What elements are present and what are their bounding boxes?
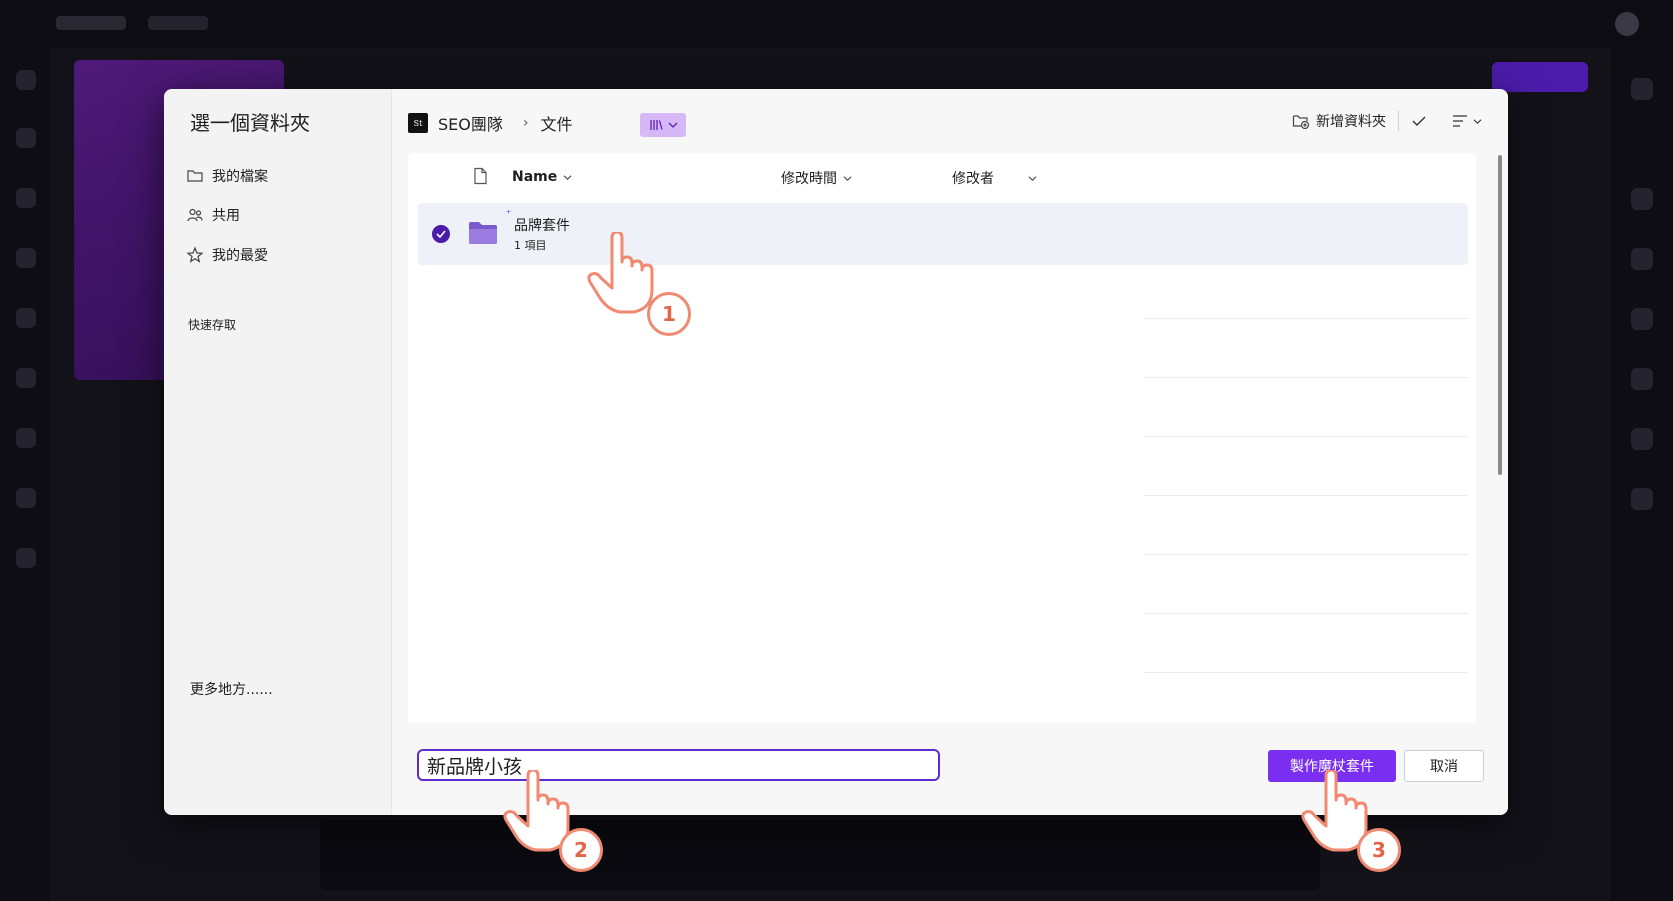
row-divider: [1145, 672, 1468, 673]
cancel-button[interactable]: 取消: [1404, 750, 1484, 782]
bg-rail-icon: [16, 548, 36, 568]
new-item-sparkle-icon: ⁺: [506, 209, 512, 220]
column-header-name[interactable]: Name: [512, 169, 572, 185]
item-count: 1 項目: [514, 239, 547, 252]
bg-topbar: [0, 0, 1673, 48]
bg-rail-icon: [16, 428, 36, 448]
quick-access-heading: 快速存取: [188, 318, 237, 332]
dialog-footer: 製作魔杖套件 取消: [392, 723, 1508, 815]
item-name: 品牌套件: [514, 218, 570, 234]
list-header: Name 修改時間 修改者: [408, 153, 1476, 201]
sort-options-button[interactable]: [1451, 114, 1482, 128]
bg-rail-icon: [16, 488, 36, 508]
bg-rail-icon: [16, 248, 36, 268]
dialog-toolbar: 新增資料夾: [1292, 111, 1482, 131]
site-icon: St: [408, 113, 428, 133]
new-folder-label: 新增資料夾: [1316, 114, 1386, 130]
bg-rail-icon: [16, 128, 36, 148]
kit-name-input[interactable]: [417, 749, 940, 781]
bg-rail-icon: [16, 188, 36, 208]
toolbar-divider: [1398, 111, 1399, 131]
library-icon: [649, 120, 663, 130]
bg-right-rail: [1611, 48, 1673, 901]
chevron-right-icon: ›: [522, 115, 529, 131]
step-badge-1: 1: [647, 292, 691, 336]
bg-rail-icon: [16, 308, 36, 328]
row-divider: [1145, 554, 1468, 555]
chevron-down-icon: [843, 175, 852, 181]
row-divider: [1145, 377, 1468, 378]
bg-avatar: [1615, 12, 1639, 36]
create-brand-kit-button[interactable]: 製作魔杖套件: [1268, 750, 1396, 782]
folder-icon: [187, 170, 203, 182]
people-icon: [187, 208, 203, 222]
bg-left-rail: [0, 48, 50, 901]
sidebar-item-shared[interactable]: 共用: [186, 205, 240, 225]
column-modified-by-label: 修改者: [952, 171, 994, 187]
sidebar-item-favorites[interactable]: 我的最愛: [186, 245, 268, 265]
column-header-modified[interactable]: 修改時間: [781, 168, 852, 188]
checkmark-icon: [1412, 116, 1426, 126]
column-name-label: Name: [512, 169, 558, 185]
file-type-icon: [474, 167, 487, 185]
library-view-button[interactable]: [640, 113, 686, 137]
chevron-down-icon: [668, 122, 677, 128]
bg-rail-icon: [1631, 428, 1653, 450]
sidebar-item-label: 我的檔案: [212, 169, 268, 185]
sidebar-item-my-files[interactable]: 我的檔案: [186, 166, 268, 186]
column-header-modified-by[interactable]: 修改者: [952, 168, 1037, 188]
dialog-main: St SEO團隊 › 文件 新增資料夾 Name 修改時間 修改者 ⁺ 品牌套件…: [392, 89, 1508, 815]
breadcrumb: St SEO團隊 › 文件: [408, 111, 573, 135]
bg-rail-icon: [1631, 488, 1653, 510]
sort-lines-icon: [1453, 115, 1467, 127]
dialog-title: 選一個資料夾: [190, 111, 310, 135]
bg-menu: [148, 16, 208, 30]
new-folder-button[interactable]: 新增資料夾: [1292, 111, 1386, 131]
step-badge-3: 3: [1357, 828, 1401, 872]
bg-timeline: [320, 820, 1320, 890]
sidebar-item-label: 我的最愛: [212, 248, 268, 264]
chevron-down-icon: [563, 174, 572, 180]
row-divider: [1145, 436, 1468, 437]
column-modified-label: 修改時間: [781, 171, 837, 187]
bg-rail-icon: [1631, 368, 1653, 390]
more-places-link[interactable]: 更多地方......: [190, 679, 273, 699]
list-scrollbar[interactable]: [1498, 155, 1502, 475]
folder-picker-dialog: 選一個資料夾 我的檔案 共用 我的最愛 快速存取 更多地方...... St S: [164, 89, 1508, 815]
chevron-down-icon: [1473, 118, 1482, 124]
bg-rail-icon: [1631, 78, 1653, 100]
bg-rail-icon: [1631, 188, 1653, 210]
folder-icon: [469, 222, 497, 244]
bg-rail-icon: [1631, 308, 1653, 330]
row-divider: [1145, 495, 1468, 496]
breadcrumb-folder[interactable]: 文件: [540, 111, 572, 135]
breadcrumb-site[interactable]: SEO團隊: [438, 111, 503, 135]
list-item-brand-kit[interactable]: ⁺ 品牌套件 1 項目: [418, 203, 1468, 265]
bg-logo: [56, 16, 126, 30]
file-list: Name 修改時間 修改者 ⁺ 品牌套件 1 項目: [408, 153, 1476, 723]
bg-rail-icon: [16, 368, 36, 388]
dialog-sidebar: 選一個資料夾 我的檔案 共用 我的最愛 快速存取 更多地方......: [164, 89, 392, 815]
chevron-down-icon: [1028, 175, 1037, 181]
star-icon: [186, 246, 204, 263]
sidebar-item-label: 共用: [212, 208, 240, 224]
step-badge-2: 2: [559, 828, 603, 872]
select-check-button[interactable]: [1411, 114, 1427, 128]
selected-check-icon[interactable]: [432, 225, 450, 243]
add-folder-icon: [1292, 115, 1310, 129]
bg-rail-icon: [1631, 248, 1653, 270]
bg-rail-icon: [16, 70, 36, 90]
row-divider: [1145, 318, 1468, 319]
bg-export-button: [1492, 62, 1588, 92]
row-divider: [1145, 613, 1468, 614]
